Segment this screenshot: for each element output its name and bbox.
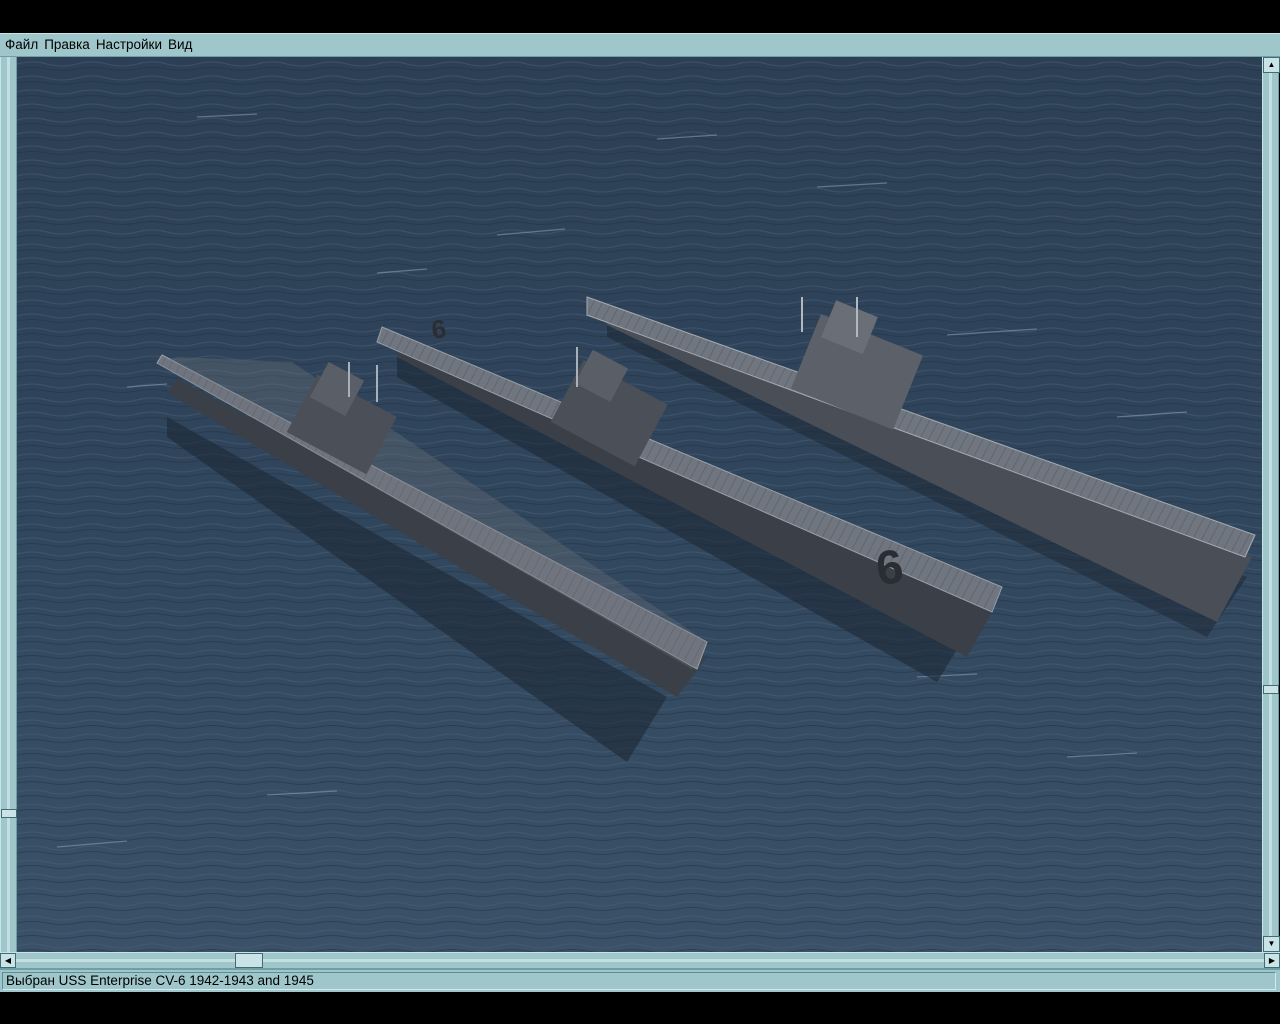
arrow-up-icon: ▲: [1267, 60, 1276, 69]
menu-file[interactable]: Файл: [4, 35, 41, 55]
status-bar: Выбран USS Enterprise CV-6 1942-1943 and…: [0, 969, 1280, 992]
scroll-left-button[interactable]: ◀: [0, 953, 16, 968]
right-vertical-scrollbar[interactable]: ▲ ▼: [1262, 57, 1280, 952]
left-scroll-thumb[interactable]: [1, 809, 17, 818]
right-scroll-thumb[interactable]: [1263, 685, 1279, 694]
horizontal-scroll-thumb[interactable]: [235, 953, 263, 968]
left-scroll-rail: [7, 57, 10, 969]
arrow-left-icon: ◀: [4, 955, 12, 965]
3d-scene-viewport[interactable]: 6 6: [17, 57, 1262, 952]
arrow-right-icon: ▶: [1268, 955, 1276, 965]
menu-edit[interactable]: Правка: [41, 35, 93, 55]
right-scroll-rail: [1269, 73, 1272, 936]
left-vertical-scrollbar[interactable]: [0, 57, 17, 969]
menu-bar: Файл Правка Настройки Вид: [0, 33, 1280, 57]
scroll-down-button[interactable]: ▼: [1263, 936, 1280, 952]
horizontal-scroll-rail: [16, 959, 1264, 962]
scroll-up-button[interactable]: ▲: [1263, 57, 1280, 73]
top-black-border: [0, 0, 1280, 33]
arrow-down-icon: ▼: [1267, 939, 1276, 948]
status-text: Выбран USS Enterprise CV-6 1942-1943 and…: [2, 972, 1276, 990]
horizontal-scrollbar[interactable]: ◀ ▶: [0, 952, 1280, 969]
menu-view[interactable]: Вид: [165, 35, 195, 55]
menu-settings[interactable]: Настройки: [93, 35, 165, 55]
scroll-right-button[interactable]: ▶: [1264, 953, 1280, 968]
scene-render: 6 6: [17, 57, 1262, 952]
bottom-black-border: [0, 992, 1280, 1024]
